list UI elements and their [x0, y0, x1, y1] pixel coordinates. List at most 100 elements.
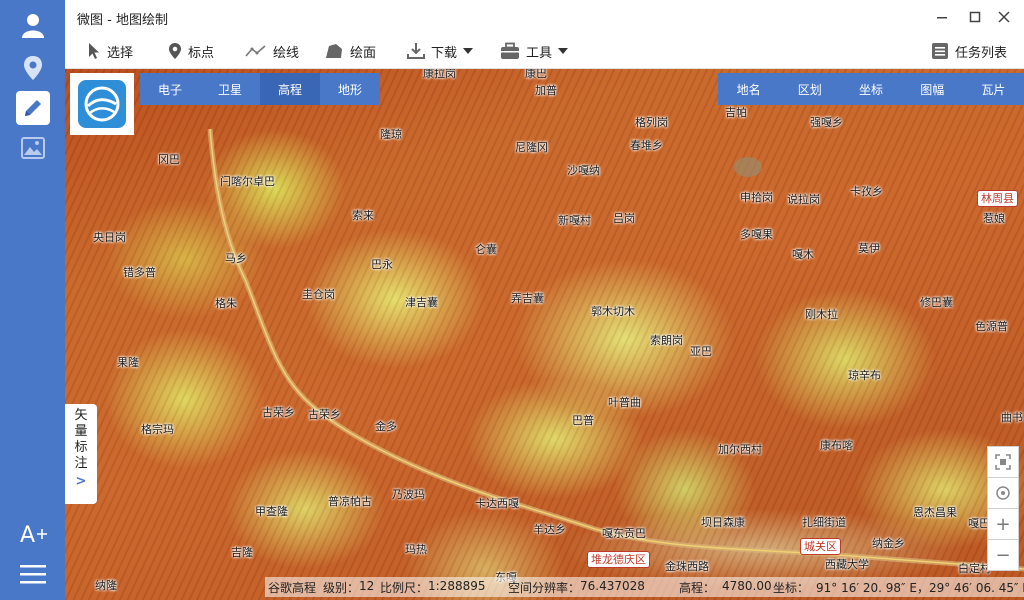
- place-label: 吕岗: [613, 212, 635, 225]
- place-label: 金多: [375, 420, 397, 433]
- place-label: 康拉岗: [423, 69, 456, 80]
- place-label: 卡孜乡: [850, 185, 883, 198]
- map-canvas[interactable]: 康拉岗 康巴 加普 格列岗 强嘎乡 吉帕 隆琼 尼隆冈 春堆乡 冈巴 沙嘎纳 闩…: [65, 69, 1024, 600]
- place-label: 莫伊: [858, 242, 880, 255]
- user-icon[interactable]: [16, 9, 50, 43]
- toolbox-icon: [501, 42, 519, 59]
- layer-division[interactable]: 区划: [779, 73, 840, 105]
- chevron-right-icon[interactable]: >: [76, 474, 87, 489]
- place-label: 津吉囊: [405, 296, 438, 309]
- place-label: 亚巴: [690, 345, 712, 358]
- vector-annotation-panel[interactable]: 矢 量 标 注 >: [65, 404, 97, 504]
- text-tool-icon[interactable]: A: [16, 517, 50, 551]
- level-label: 级别：: [323, 581, 360, 595]
- place-label: 申拾岗: [740, 191, 773, 204]
- polygon-icon: [326, 44, 342, 58]
- place-label: 错多普: [123, 266, 156, 279]
- place-label: 羊达乡: [533, 523, 566, 536]
- map-source: 谷歌高程: [268, 581, 317, 595]
- tab-satellite[interactable]: 卫星: [200, 73, 260, 105]
- place-label: 康布喀: [820, 439, 853, 452]
- select-label: 选择: [107, 45, 134, 61]
- app-logo: [78, 80, 126, 128]
- tab-electronic[interactable]: 电子: [140, 73, 200, 105]
- layer-tile[interactable]: 瓦片: [963, 73, 1024, 105]
- place-label: 甲查隆: [255, 505, 288, 518]
- place-label: 康巴: [525, 69, 547, 80]
- line-tool-button[interactable]: 绘线: [245, 39, 299, 63]
- place-label: 马乡: [225, 252, 247, 265]
- zoom-out-button[interactable]: −: [987, 539, 1019, 571]
- place-label: 弄吉囊: [511, 292, 544, 305]
- vector-panel-char: 注: [74, 456, 88, 471]
- place-label: 扎细街道: [802, 516, 846, 529]
- place-label: 金珠西路: [665, 560, 709, 573]
- title-bar: 微图 - 地图绘制: [65, 0, 1024, 34]
- place-label: 索朗岗: [650, 334, 683, 347]
- tools-label: 工具: [526, 45, 553, 61]
- line-label: 绘线: [273, 45, 300, 61]
- mark-tool-button[interactable]: 标点: [168, 39, 214, 63]
- tab-elevation[interactable]: 高程: [260, 73, 320, 105]
- fullscreen-button[interactable]: [987, 446, 1019, 478]
- polyline-icon: [245, 45, 266, 57]
- county-label: 林周县: [977, 190, 1018, 207]
- menu-icon[interactable]: [16, 557, 50, 591]
- layer-placename[interactable]: 地名: [718, 73, 779, 105]
- place-label: 古荣乡: [262, 406, 295, 419]
- place-label: 春堆乡: [630, 139, 663, 152]
- locate-icon: [996, 486, 1010, 500]
- place-label: 索来: [352, 209, 374, 222]
- layer-sheet[interactable]: 图幅: [902, 73, 963, 105]
- status-bar: 谷歌高程 级别： 12 比例尺： 1:288895 空间分辨率： 76.4370…: [265, 577, 1024, 597]
- download-button[interactable]: 下载: [407, 39, 474, 63]
- minimize-button[interactable]: [931, 6, 953, 28]
- place-label: 古荣乡: [308, 408, 341, 421]
- locate-button[interactable]: [987, 477, 1019, 509]
- place-label: 尼隆冈: [515, 141, 548, 154]
- place-label: 叶普曲: [608, 396, 641, 409]
- svg-text:A: A: [20, 523, 35, 548]
- pencil-icon[interactable]: [16, 91, 50, 125]
- fullscreen-icon: [995, 454, 1011, 470]
- place-label: 惹娘: [983, 212, 1005, 225]
- polygon-tool-button[interactable]: 绘面: [324, 39, 376, 63]
- place-label: 格列岗: [635, 116, 668, 129]
- place-label: 多嘎果: [740, 228, 773, 241]
- place-label: 说拉岗: [787, 193, 820, 206]
- place-label: 隆琼: [380, 128, 402, 141]
- marker-icon: [169, 43, 181, 59]
- chevron-down-icon: [558, 48, 569, 54]
- tab-terrain[interactable]: 地形: [320, 73, 380, 105]
- left-nav-bar: A: [0, 0, 65, 600]
- county-label: 堆龙德庆区: [587, 551, 650, 568]
- maximize-button[interactable]: [964, 6, 986, 28]
- close-button[interactable]: [993, 6, 1015, 28]
- polygon-label: 绘面: [350, 45, 377, 61]
- download-icon: [407, 43, 425, 59]
- place-label: 吉隆: [231, 546, 253, 559]
- place-label: 圭仓岗: [302, 288, 335, 301]
- place-label: 色源普: [975, 320, 1008, 333]
- place-label: 强嘎乡: [810, 116, 843, 129]
- layer-coordinate[interactable]: 坐标: [840, 73, 901, 105]
- cursor-icon: [89, 43, 99, 59]
- location-icon[interactable]: [16, 51, 50, 85]
- task-list-button[interactable]: 任务列表: [931, 39, 1007, 63]
- place-label: 修巴囊: [920, 296, 953, 309]
- county-label: 城关区: [800, 538, 841, 555]
- place-label: 曲书: [1001, 411, 1023, 424]
- place-label: 纳隆: [95, 579, 117, 592]
- place-label: 吉帕: [725, 106, 747, 119]
- place-label: 加普: [535, 84, 557, 97]
- place-label: 郭木切木: [591, 305, 635, 318]
- place-label: 嘎木: [792, 248, 814, 261]
- select-tool-button[interactable]: 选择: [87, 39, 133, 63]
- scale-value: 1:288895: [428, 579, 486, 593]
- zoom-in-button[interactable]: +: [987, 508, 1019, 540]
- place-label: 央日岗: [93, 231, 126, 244]
- image-icon[interactable]: [16, 131, 50, 165]
- tools-button[interactable]: 工具: [500, 39, 569, 63]
- elevation-value: 4780.00: [722, 579, 772, 593]
- app-logo-box: [70, 73, 134, 135]
